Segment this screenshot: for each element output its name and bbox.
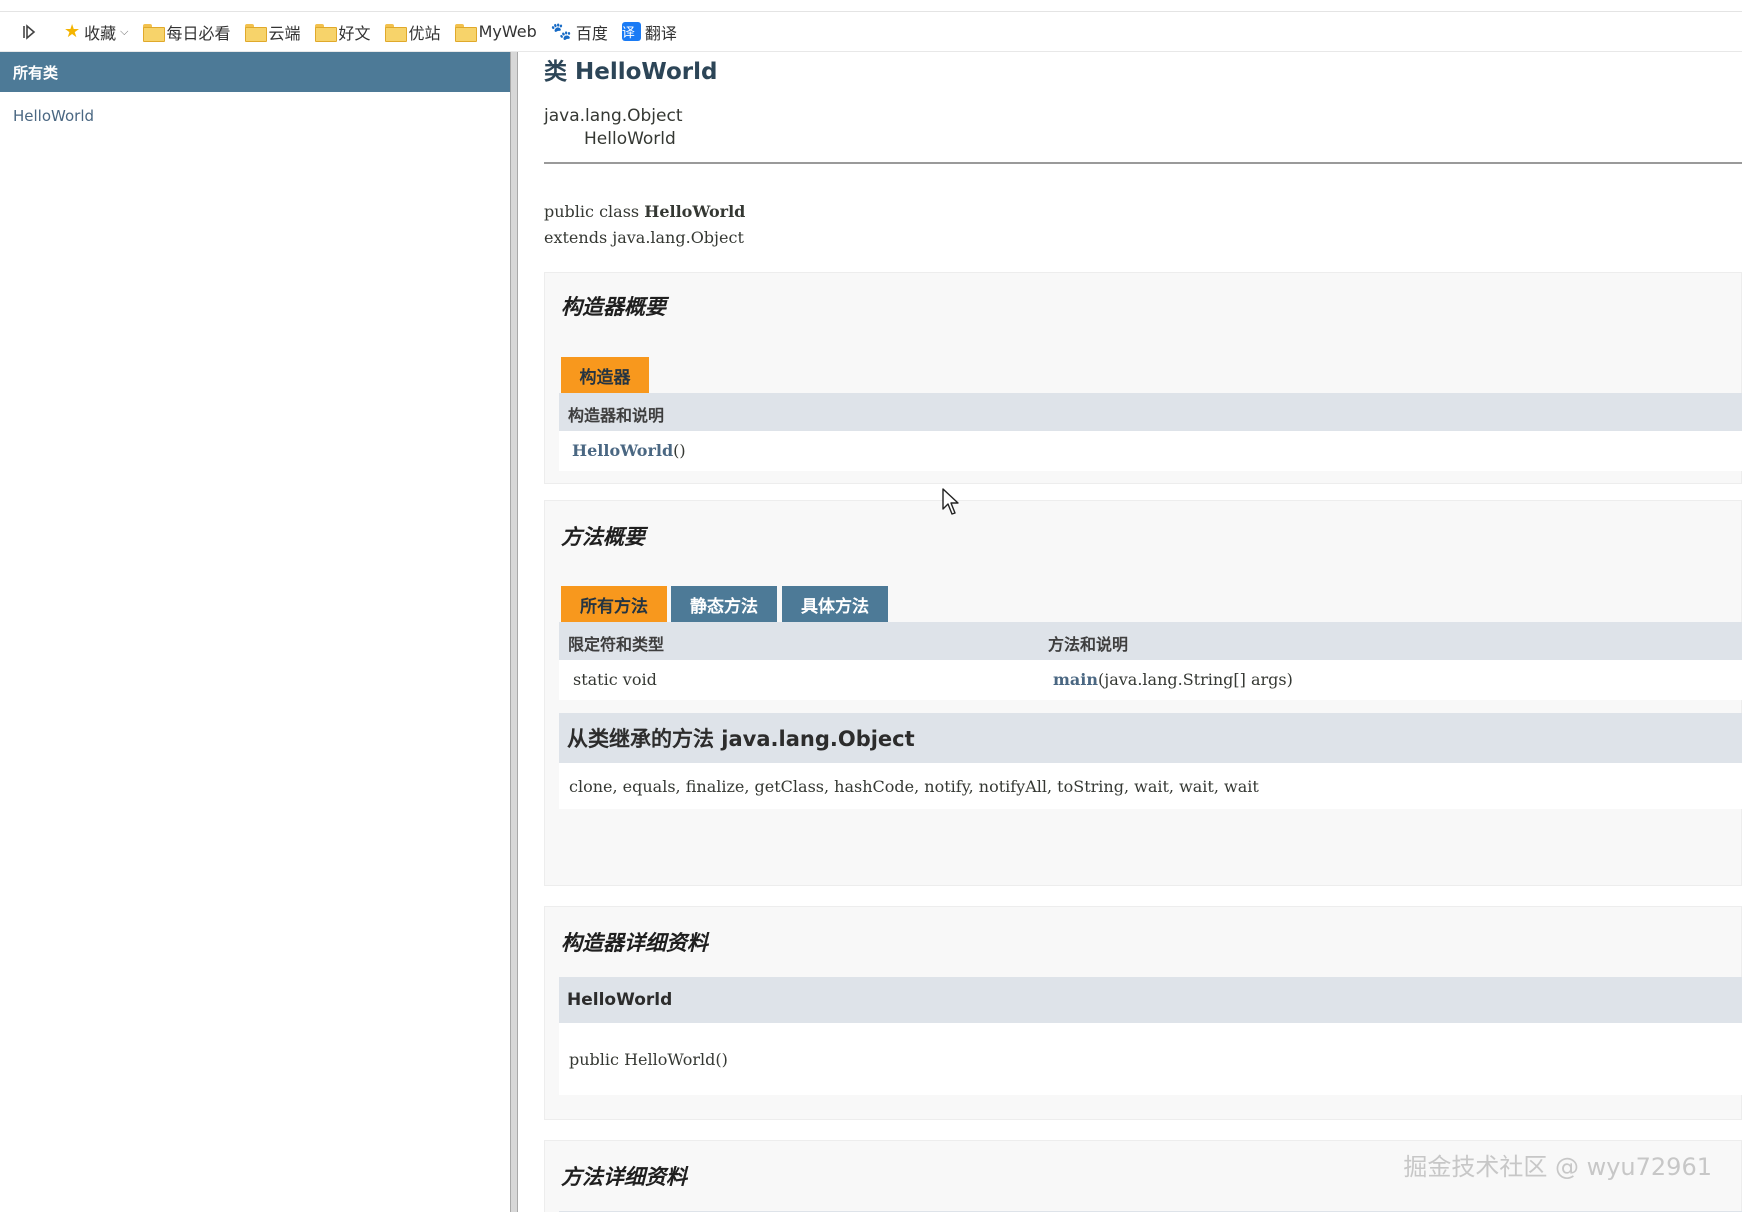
bookmark-translate[interactable]: 译 翻译 xyxy=(621,17,677,47)
translate-icon: 译 xyxy=(621,22,641,41)
window-top-edge xyxy=(0,0,1742,12)
constructor-detail-section: 构造器详细资料 HelloWorld public HelloWorld() xyxy=(544,906,1742,1120)
page-title: 类 HelloWorld xyxy=(544,59,718,85)
bookmark-favorites[interactable]: ★ 收藏 ⌵ xyxy=(64,17,129,47)
bookmark-folder-sites[interactable]: 优站 xyxy=(384,17,441,47)
class-declaration-line1: public class HelloWorld xyxy=(544,202,745,221)
bookmark-label: 收藏 xyxy=(84,23,117,43)
inheritance-child: HelloWorld xyxy=(584,129,676,149)
method-link-main[interactable]: main xyxy=(1053,670,1098,689)
inherited-methods-list: clone, equals, finalize, getClass, hashC… xyxy=(559,763,1742,809)
column-header: 构造器和说明 xyxy=(568,406,665,425)
watermark: 掘金技术社区 @ wyu72961 xyxy=(1403,1153,1712,1181)
folder-icon xyxy=(454,23,477,42)
bookmark-label: 百度 xyxy=(575,23,608,43)
class-declaration-line2: extends java.lang.Object xyxy=(544,228,744,247)
constructor-params: () xyxy=(673,441,686,460)
folder-icon xyxy=(314,23,337,42)
section-title: 方法概要 xyxy=(561,525,645,549)
bookmark-label: 翻译 xyxy=(644,23,677,43)
all-classes-frame: 所有类 HelloWorld xyxy=(0,52,510,1212)
bookmark-baidu[interactable]: 🐾 百度 xyxy=(551,17,608,47)
declaration-prefix: public class xyxy=(544,202,645,221)
chevron-down-icon[interactable]: ⌵ xyxy=(120,25,128,39)
frame-splitter[interactable] xyxy=(510,52,518,1212)
bookmark-label: 每日必看 xyxy=(166,23,231,43)
star-icon: ★ xyxy=(64,21,81,42)
constructor-detail-signature: public HelloWorld() xyxy=(559,1023,1742,1095)
bookmark-folder-cloud[interactable]: 云端 xyxy=(244,17,301,47)
section-title: 构造器详细资料 xyxy=(561,931,708,955)
bookmark-folder-myweb[interactable]: MyWeb xyxy=(454,17,537,47)
table-row: HelloWorld() xyxy=(559,431,1742,471)
section-title: 方法详细资料 xyxy=(561,1165,687,1189)
constructor-link[interactable]: HelloWorld xyxy=(572,441,673,460)
bookmark-label: MyWeb xyxy=(478,22,537,41)
method-signature: main(java.lang.String[] args) xyxy=(1053,670,1293,689)
declaration-class-name: HelloWorld xyxy=(644,202,746,221)
bookmark-label: 云端 xyxy=(268,23,301,43)
bookmark-label: 好文 xyxy=(338,23,371,43)
column-header-method: 方法和说明 xyxy=(1048,635,1129,654)
table-row: static void main(java.lang.String[] args… xyxy=(559,660,1742,700)
folder-icon xyxy=(384,23,407,42)
bookmarks-bar: ★ 收藏 ⌵ 每日必看 云端 好文 优站 MyWeb 🐾 百度 译 翻译 xyxy=(0,12,1742,52)
table-header: 构造器和说明 xyxy=(559,393,1742,431)
tab-concrete-methods[interactable]: 具体方法 xyxy=(782,586,888,622)
section-title: 构造器概要 xyxy=(561,295,666,319)
bookmark-label: 优站 xyxy=(408,23,441,43)
inherited-methods-title: 从类继承的方法 java.lang.Object xyxy=(559,713,1742,763)
method-summary-section: 方法概要 所有方法 静态方法 具体方法 限定符和类型 方法和说明 static … xyxy=(544,500,1742,886)
method-modifier: static void xyxy=(573,670,657,689)
tab-all-methods[interactable]: 所有方法 xyxy=(561,586,667,622)
mouse-cursor-icon xyxy=(942,488,959,515)
table-header: 限定符和类型 方法和说明 xyxy=(559,622,1742,660)
tab-static-methods[interactable]: 静态方法 xyxy=(671,586,777,622)
class-link-helloworld[interactable]: HelloWorld xyxy=(13,107,94,125)
folder-icon xyxy=(142,23,165,42)
baidu-paw-icon: 🐾 xyxy=(550,21,572,42)
bookmark-folder-daily[interactable]: 每日必看 xyxy=(142,17,231,47)
tab-constructors[interactable]: 构造器 xyxy=(561,357,649,393)
constructor-signature: HelloWorld() xyxy=(572,441,686,460)
class-doc-frame: 类 HelloWorld java.lang.Object HelloWorld… xyxy=(518,52,1742,1212)
method-params: (java.lang.String[] args) xyxy=(1098,670,1293,689)
folder-icon xyxy=(244,23,267,42)
constructor-detail-name: HelloWorld xyxy=(559,977,1742,1023)
constructor-summary-section: 构造器概要 构造器 构造器和说明 HelloWorld() xyxy=(544,272,1742,484)
divider xyxy=(544,162,1742,164)
column-header-modifier: 限定符和类型 xyxy=(568,635,665,654)
bookmark-folder-articles[interactable]: 好文 xyxy=(314,17,371,47)
sidebar-toggle-icon[interactable] xyxy=(14,17,44,47)
all-classes-header: 所有类 xyxy=(0,52,510,92)
inheritance-parent: java.lang.Object xyxy=(544,106,683,126)
